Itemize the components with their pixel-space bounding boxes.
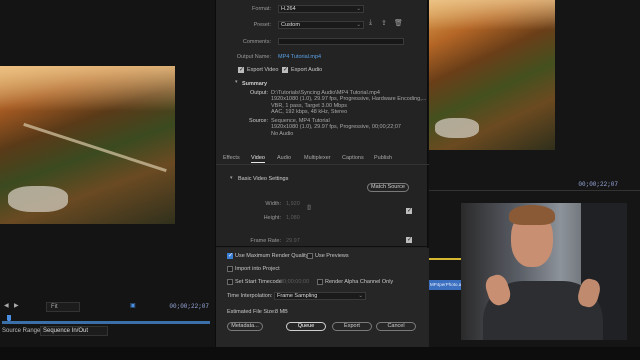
cancel-button[interactable]: Cancel <box>376 322 416 331</box>
comments-label: Comments: <box>242 39 271 45</box>
chevron-down-icon: ⌄ <box>356 6 361 12</box>
summary-source-key: Source: <box>249 118 268 124</box>
chevron-down-icon: ⌄ <box>356 22 361 28</box>
format-value: H.264 <box>281 6 296 12</box>
output-name-label: Output Name: <box>236 54 271 60</box>
preview-water <box>435 118 479 138</box>
source-scrub-bar[interactable] <box>2 321 210 324</box>
program-monitor-panel: 00;00;22;07 MP4perPhoto.alpha <box>429 0 640 360</box>
import-icon[interactable]: ⇪ <box>381 19 387 27</box>
download-icon[interactable]: ⤓ <box>369 19 372 27</box>
source-range-value: Sequence In/Out <box>43 328 89 334</box>
summary-heading: Summary <box>242 81 268 87</box>
summary-line: 1920x1080 (1.0), 29.97 fps, Progressive,… <box>271 96 427 103</box>
export-video-label: Export Video <box>247 67 279 73</box>
source-monitor-panel: ◀ ▶ Fit ▣ 00;00;22;07 Source Range Seque… <box>0 0 215 360</box>
queue-button[interactable]: Queue <box>286 322 326 331</box>
metadata-button[interactable]: Metadata... <box>227 322 263 331</box>
presenter-webcam-overlay <box>461 203 627 340</box>
collapse-icon[interactable]: ▾ <box>235 79 238 85</box>
export-settings-dialog: Format: H.264 ⌄ Preset: Custom ⌄ ⤓ ⇪ 🗑 C… <box>215 0 429 360</box>
source-range-label: Source Range <box>2 328 41 334</box>
settings-tabs: Effects Video Audio Multiplexer Captions… <box>216 153 429 165</box>
chevron-down-icon: ⌄ <box>358 293 363 299</box>
preset-value: Custom <box>281 22 300 28</box>
estimated-file-size-value: 8 MB <box>275 309 288 315</box>
collapse-icon[interactable]: ▾ <box>230 175 233 181</box>
preview-sky <box>0 66 175 111</box>
tab-video[interactable]: Video <box>251 155 265 163</box>
export-button[interactable]: Export <box>332 322 372 331</box>
presenter-hair <box>509 205 555 225</box>
frame-rate-value[interactable]: 29.97 <box>286 238 300 244</box>
tab-multiplexer[interactable]: Multiplexer <box>304 155 331 161</box>
match-source-button[interactable]: Match Source <box>367 183 409 192</box>
section-divider <box>216 246 429 247</box>
width-value[interactable]: 1,920 <box>286 201 300 207</box>
frame-rate-label: Frame Rate: <box>250 238 281 244</box>
preview-road <box>23 122 167 173</box>
zoom-value: Fit <box>51 304 58 310</box>
format-label: Format: <box>252 6 271 12</box>
preview-water <box>8 186 68 212</box>
mark-out-icon[interactable]: ▶ <box>14 303 20 309</box>
export-audio-label: Export Audio <box>291 67 323 73</box>
summary-output-key: Output: <box>249 90 268 96</box>
use-previews-checkbox[interactable] <box>307 253 313 259</box>
comments-field[interactable] <box>278 38 404 45</box>
time-interpolation-select[interactable]: Frame Sampling ⌄ <box>274 292 366 300</box>
summary-source-lines: Sequence, MP4 Tutorial 1920x1080 (1.0), … <box>271 118 401 137</box>
render-alpha-label: Render Alpha Channel Only <box>325 279 394 285</box>
tab-effects[interactable]: Effects <box>223 155 240 161</box>
time-interpolation-label: Time Interpolation: <box>227 293 273 299</box>
source-range-select[interactable]: Sequence In/Out <box>40 326 108 336</box>
export-audio-checkbox[interactable] <box>282 66 288 73</box>
frame-rate-match-checkbox[interactable] <box>406 236 412 243</box>
timeline-work-area <box>429 258 461 260</box>
basic-video-settings-heading: Basic Video Settings <box>238 176 289 182</box>
settings-icon[interactable]: ▣ <box>130 303 136 309</box>
import-into-project-label: Import into Project <box>235 266 280 272</box>
summary-output-lines: D:\Tutorials\Syncing Audio\MP4 Tutorial.… <box>271 90 426 115</box>
export-video-checkbox[interactable] <box>238 66 244 73</box>
max-render-quality-checkbox[interactable] <box>227 252 233 259</box>
mark-in-icon[interactable]: ◀ <box>4 303 10 309</box>
bottom-status-bar <box>0 347 640 360</box>
tab-publish[interactable]: Publish <box>374 155 392 161</box>
trash-icon[interactable]: 🗑 <box>394 19 403 27</box>
source-timecode: 00;00;22;07 <box>169 303 209 310</box>
time-interpolation-value: Frame Sampling <box>277 293 318 299</box>
program-timecode: 00;00;22;07 <box>578 181 618 188</box>
preset-select[interactable]: Custom ⌄ <box>278 21 364 29</box>
use-previews-label: Use Previews <box>315 253 349 259</box>
render-alpha-checkbox[interactable] <box>317 279 323 285</box>
preview-sky <box>429 0 555 30</box>
start-timecode-value[interactable]: 00;00;00;00 <box>280 279 309 285</box>
source-preview-frame <box>0 66 175 224</box>
width-match-checkbox[interactable] <box>406 207 412 214</box>
timeline-clip[interactable]: MP4perPhoto.alpha <box>429 280 461 290</box>
height-label: Height: <box>263 215 281 221</box>
summary-line: 1920x1080 (1.0), 29.97 fps, Progressive,… <box>271 124 401 131</box>
output-name-link[interactable]: MP4 Tutorial.mp4 <box>278 54 321 60</box>
format-select[interactable]: H.264 ⌄ <box>278 5 364 13</box>
height-value[interactable]: 1,080 <box>286 215 300 221</box>
chain-link-icon[interactable]: ⌷ <box>307 205 311 213</box>
set-start-timecode-label: Set Start Timecode <box>235 279 282 285</box>
source-controls: ◀ ▶ Fit ▣ 00;00;22;07 <box>0 300 215 318</box>
summary-line: AAC, 192 kbps, 48 kHz, Stereo <box>271 108 348 115</box>
tab-audio[interactable]: Audio <box>277 155 291 161</box>
preset-label: Preset: <box>253 22 271 28</box>
program-preview-frame <box>429 0 555 150</box>
summary-line: No Audio <box>271 130 294 137</box>
program-scrub-bar[interactable] <box>429 190 640 191</box>
render-options-block: Use Maximum Render Quality Use Previews … <box>216 248 429 360</box>
set-start-timecode-checkbox[interactable] <box>227 279 233 285</box>
max-render-quality-label: Use Maximum Render Quality <box>235 253 309 259</box>
tab-captions[interactable]: Captions <box>342 155 364 161</box>
width-label: Width: <box>265 201 281 207</box>
import-into-project-checkbox[interactable] <box>227 266 233 272</box>
zoom-select[interactable]: Fit <box>46 302 80 312</box>
estimated-file-size-label: Estimated File Size: <box>227 309 276 315</box>
